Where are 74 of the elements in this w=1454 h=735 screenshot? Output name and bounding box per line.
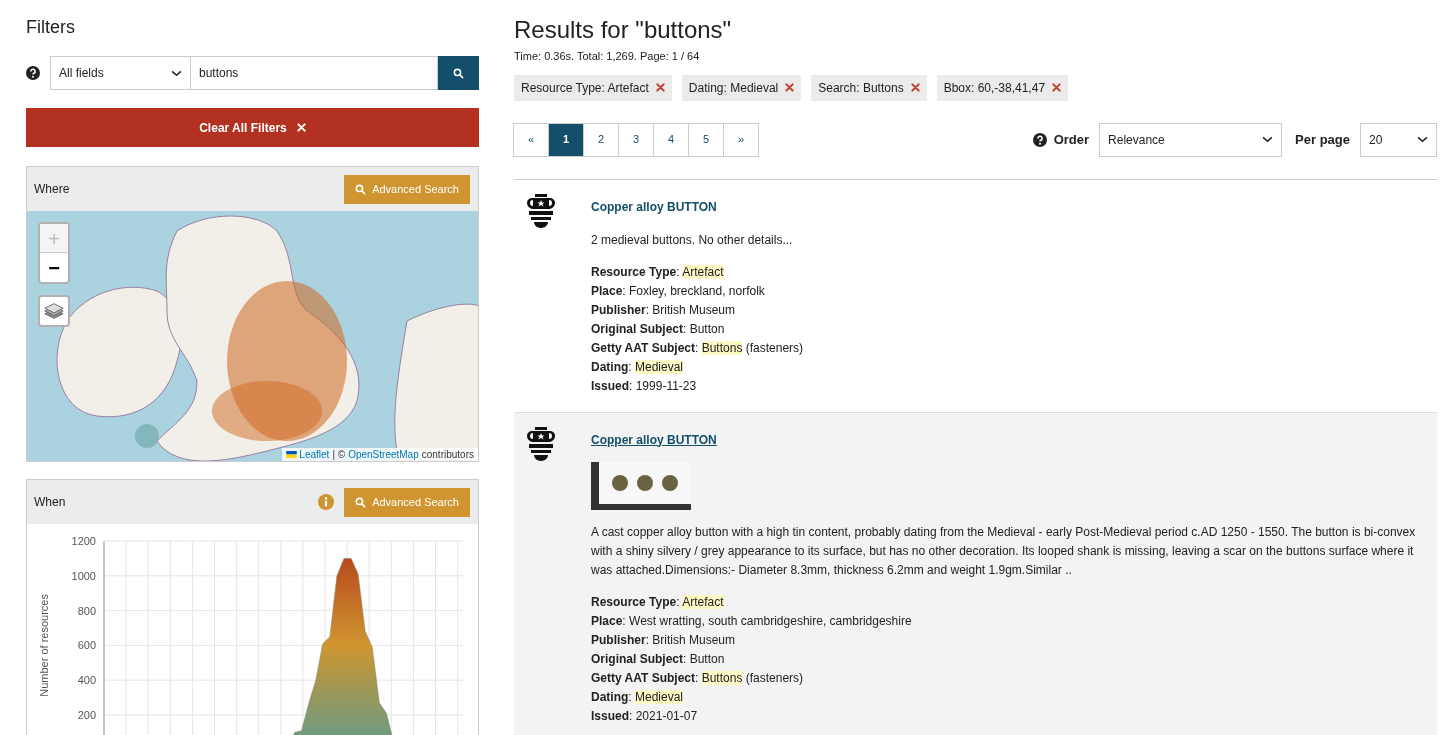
help-icon [1032, 132, 1047, 147]
chevron-down-icon [1417, 136, 1428, 143]
metadata-line: Getty AAT Subject: Buttons (fasteners) [591, 669, 805, 687]
field-select[interactable]: All fields [50, 56, 191, 90]
info-icon [318, 494, 335, 510]
y-tick-label: 800 [77, 604, 96, 617]
chevron-down-icon [171, 69, 182, 77]
per-page-label: Per page [1295, 130, 1350, 149]
attribution-text: contributors [421, 448, 474, 461]
metadata-line: Resource Type: Artefact [591, 263, 725, 281]
order-select[interactable]: Relevance [1099, 122, 1283, 157]
attribution-text: | © [332, 448, 346, 461]
search-button[interactable] [438, 56, 479, 90]
card-title: When [34, 494, 66, 511]
remove-icon [655, 83, 665, 92]
card-title: Where [34, 181, 70, 198]
page-button[interactable]: 2 [583, 122, 619, 157]
metadata-line: Resource Type: Artefact [591, 593, 725, 611]
metadata-line: Original Subject: Button [591, 320, 726, 338]
y-tick-label: 1000 [71, 569, 96, 582]
openstreetmap-link[interactable]: OpenStreetMap [348, 448, 419, 461]
results-stats: Time: 0.36s. Total: 1,269. Page: 1 / 64 [514, 49, 701, 64]
metadata-line: Place: Foxley, breckland, norfolk [591, 282, 766, 300]
close-icon [296, 123, 306, 132]
search-field[interactable]: buttons [191, 56, 438, 90]
metadata-line: Original Subject: Button [591, 650, 726, 668]
flag-icon [286, 451, 298, 458]
page-button[interactable]: 5 [688, 122, 724, 157]
filter-chip[interactable]: Bbox: 60,-38,41,47 [936, 74, 1069, 101]
search-icon [355, 496, 367, 508]
search-icon [453, 67, 464, 79]
result-description: 2 medieval buttons. No other details... [591, 231, 794, 249]
remove-icon [785, 83, 795, 92]
help-icon [26, 66, 40, 80]
select-value: All fields [59, 65, 104, 82]
search-icon [355, 183, 367, 195]
per-page-select[interactable]: 20 [1360, 122, 1437, 157]
result-title-link[interactable]: Copper alloy BUTTON [591, 430, 717, 449]
chevron-down-icon [1262, 136, 1274, 143]
amphora-icon [527, 426, 555, 461]
metadata-line: Issued: 1999-11-23 [591, 377, 698, 395]
y-tick-label: 1200 [71, 535, 96, 547]
layers-button[interactable] [38, 295, 70, 327]
layers-icon [43, 300, 65, 322]
metadata-line: Place: West wratting, south cambridgeshire, cambridgeshire [591, 612, 913, 630]
filters-heading: Filters [26, 16, 76, 39]
metadata-line: Publisher: British Museum [591, 301, 737, 319]
filter-chip[interactable]: Resource Type: Artefact [514, 74, 672, 101]
y-tick-label: 600 [77, 639, 96, 652]
amphora-icon [527, 193, 555, 228]
metadata-line: Dating: Medieval [591, 688, 685, 706]
metadata-line: Issued: 2021-01-07 [591, 707, 699, 725]
page-button[interactable]: 3 [618, 122, 654, 157]
y-tick-label: 200 [77, 709, 96, 721]
page-button[interactable]: 4 [653, 122, 689, 157]
zoom-out-button[interactable]: − [40, 253, 68, 282]
page-button[interactable]: « [513, 122, 549, 157]
remove-icon [1052, 83, 1062, 92]
order-label: Order [1053, 130, 1090, 149]
metadata-line: Publisher: British Museum [591, 631, 737, 649]
metadata-line: Dating: Medieval [591, 358, 685, 376]
clear-filters-button[interactable]: Clear All Filters [26, 108, 479, 147]
filter-chip[interactable]: Search: Buttons [811, 74, 927, 101]
page-button[interactable]: » [723, 122, 759, 157]
result-title-link[interactable]: Copper alloy BUTTON [591, 197, 717, 216]
metadata-line: Getty AAT Subject: Buttons (fasteners) [591, 339, 805, 357]
y-axis-title: Number of resources [38, 594, 50, 697]
filter-chip[interactable]: Dating: Medieval [681, 74, 802, 101]
remove-icon [910, 83, 920, 92]
leaflet-link[interactable]: Leaflet [286, 448, 330, 461]
results-heading: Results for "buttons" [514, 16, 733, 44]
page-button[interactable]: 1 [548, 122, 584, 157]
y-tick-label: 400 [77, 674, 96, 687]
result-description: A cast copper alloy button with a high tin content, probably dating from the Medieval - early Post-Medieval period c.AD 1250 - 1550. The button is bi-convex with a shiny silvery / grey appearance to its surface, but has no other decoration. Its looped shank is missing, leaving a scar on the buttons surface where it was attached.Dimensions:- Diameter 8.3mm, thickness 6.2mm and weight 1.9gm.Similar .. [591, 523, 1417, 579]
